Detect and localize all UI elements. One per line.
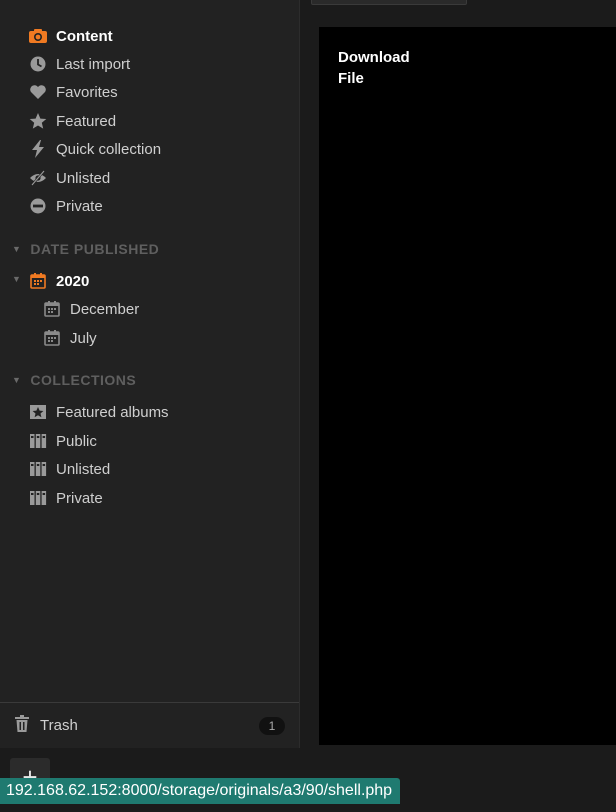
section-collections[interactable]: ▼ COLLECTIONS [12, 370, 136, 390]
section-label: DATE PUBLISHED [30, 241, 160, 257]
nav-item-quick-collection[interactable]: Quick collection [28, 137, 161, 161]
calendar-icon [42, 328, 62, 348]
nav-item-label: Featured [56, 112, 117, 130]
nav-item-month-december[interactable]: December [42, 297, 139, 321]
album-icon [28, 431, 48, 451]
nav-item-label: Unlisted [56, 460, 111, 478]
nav-item-last-import[interactable]: Last import [28, 52, 130, 76]
album-icon [28, 459, 48, 479]
calendar-icon [28, 271, 48, 291]
media-viewer: Download File [319, 27, 616, 745]
star-album-icon [28, 402, 48, 422]
nav-item-label: Content [56, 27, 113, 45]
camera-icon [28, 26, 48, 46]
trash-count-badge: 1 [259, 717, 285, 735]
nav-item-label: Unlisted [56, 169, 111, 187]
album-icon [28, 488, 48, 508]
nav-item-year[interactable]: 2020 [28, 269, 89, 293]
nav-item-collection-unlisted[interactable]: Unlisted [28, 457, 110, 481]
nav-item-collection-private[interactable]: Private [28, 486, 103, 510]
nav-item-label: Private [56, 489, 103, 507]
nav-item-unlisted[interactable]: Unlisted [28, 166, 110, 190]
nav-item-featured[interactable]: Featured [28, 109, 116, 133]
status-url-tooltip: 192.168.62.152:8000/storage/originals/a3… [0, 778, 401, 804]
nav-item-label: Favorites [56, 83, 118, 101]
nav-item-month-july[interactable]: July [42, 326, 97, 350]
nav-item-label: Quick collection [56, 140, 162, 158]
heart-icon [28, 82, 48, 102]
nav-item-label: Last import [56, 55, 131, 73]
toolbar-segment[interactable] [311, 0, 467, 5]
nav-item-featured-albums[interactable]: Featured albums [28, 400, 169, 424]
nav-item-label: Private [56, 197, 103, 215]
minus-circle-icon [28, 196, 48, 216]
download-file-link[interactable]: Download File [338, 47, 428, 89]
star-icon [28, 111, 48, 131]
nav-item-label: 2020 [56, 272, 90, 290]
triangle-down-icon: ▼ [12, 244, 22, 254]
nav-item-favorites[interactable]: Favorites [28, 80, 118, 104]
nav-item-label: Public [56, 432, 97, 450]
trash-label: Trash [40, 716, 78, 734]
trash-icon [14, 715, 32, 735]
section-label: COLLECTIONS [30, 372, 137, 388]
nav-item-content[interactable]: Content [28, 24, 113, 48]
nav-item-collection-public[interactable]: Public [28, 429, 97, 453]
clock-icon [28, 54, 48, 74]
section-date-published[interactable]: ▼ DATE PUBLISHED [12, 239, 159, 259]
sidebar: Content Last import Favorites Featured Q… [0, 0, 300, 749]
nav-item-private[interactable]: Private [28, 194, 103, 218]
bolt-icon [28, 139, 48, 159]
nav-item-label: December [70, 300, 140, 318]
trash-bar: Trash 1 [0, 702, 299, 749]
calendar-icon [42, 299, 62, 319]
nav-item-label: Featured albums [56, 403, 169, 421]
triangle-down-icon: ▼ [12, 375, 22, 385]
trash-link[interactable]: Trash [14, 715, 78, 735]
triangle-down-icon[interactable]: ▼ [12, 274, 21, 284]
eye-slash-icon [28, 168, 48, 188]
nav-item-label: July [70, 329, 97, 347]
